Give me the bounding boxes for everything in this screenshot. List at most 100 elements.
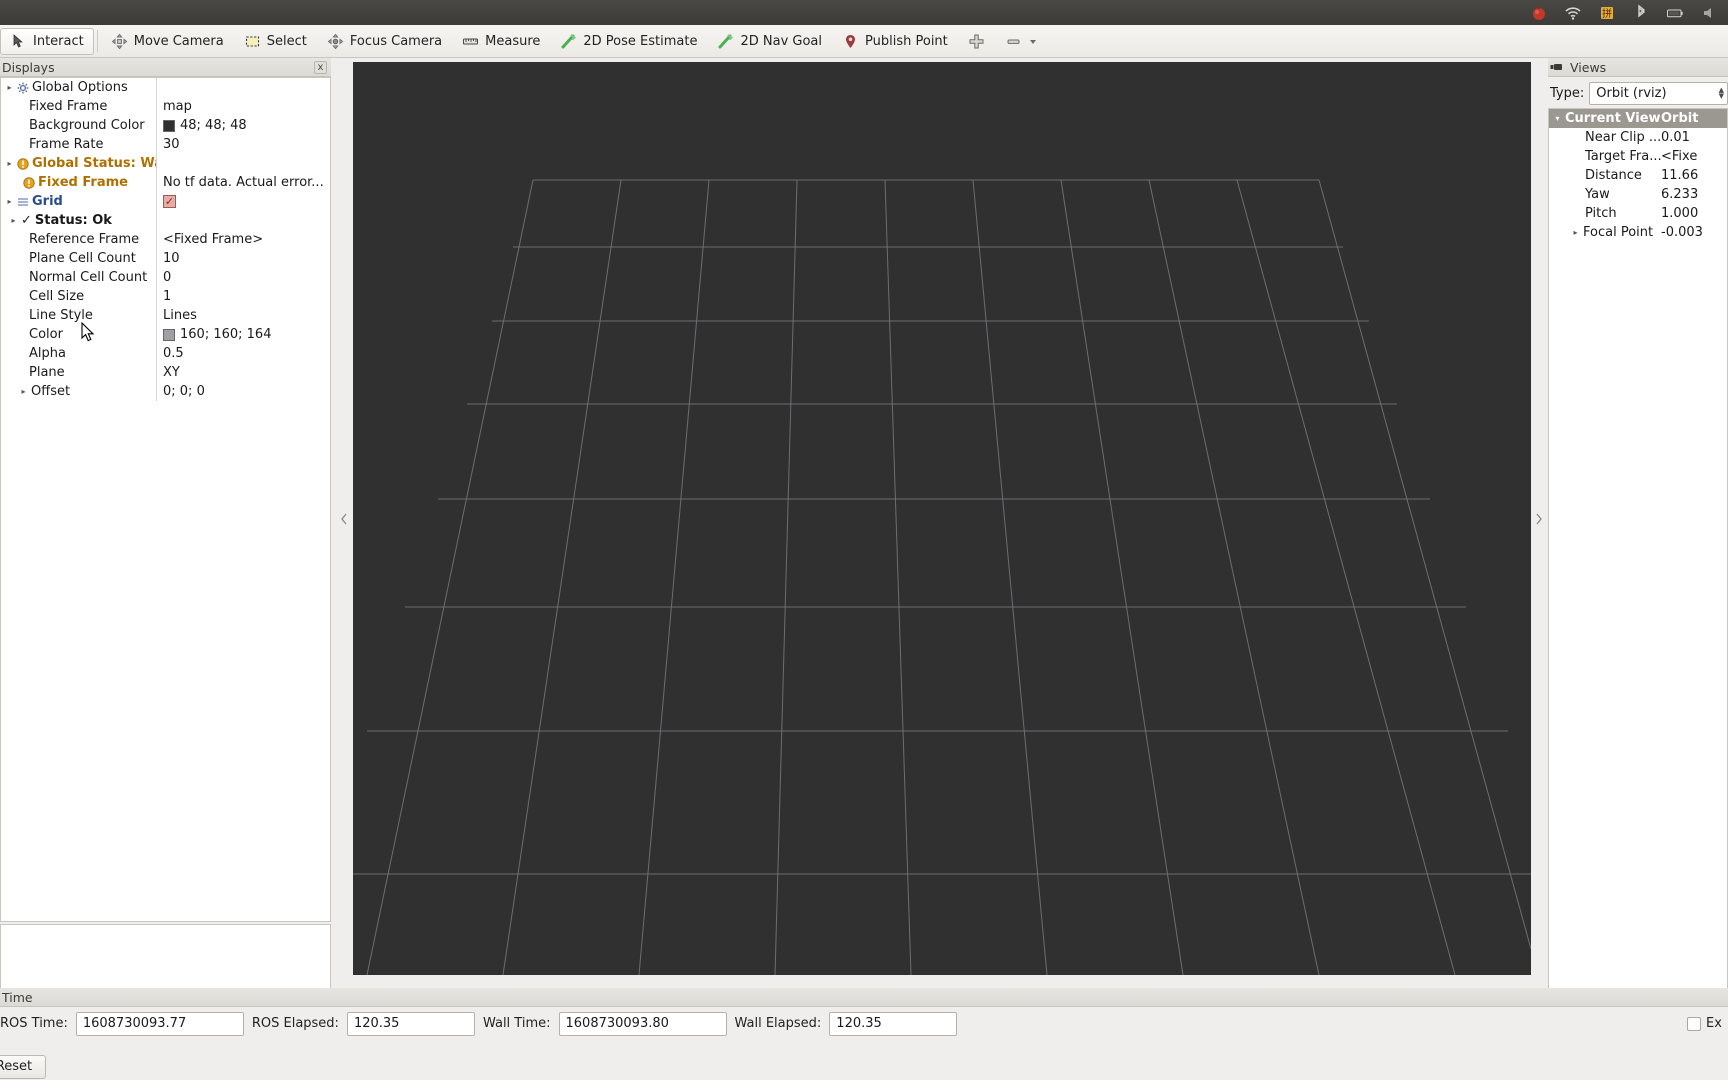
property-row-normal-cell-count[interactable]: Normal Cell Count 0 [1,268,330,287]
tool-2d-pose-estimate-label: 2D Pose Estimate [583,33,698,49]
ros-time-field[interactable]: 1608730093.77 [75,1011,244,1036]
property-value[interactable]: 1 [163,289,171,304]
property-value[interactable]: map [163,99,192,114]
experimental-label: Experimental [1706,1016,1722,1031]
wifi-icon[interactable] [1564,4,1582,22]
3d-render-viewport[interactable] [353,62,1531,975]
volume-icon[interactable] [1700,4,1718,22]
property-value[interactable]: -0.003 [1661,225,1727,240]
reset-button[interactable]: Reset [0,1054,46,1079]
views-row-yaw[interactable]: Yaw 6.233 [1549,185,1727,204]
rviz-toolbar: Interact Move Camera Select Focus Camera… [0,25,1728,58]
property-name: Plane [29,365,65,380]
views-row-focal-point[interactable]: ▸ Focal Point -0.003 [1549,223,1727,242]
property-value[interactable]: 6.233 [1661,187,1727,202]
tool-2d-pose-estimate[interactable]: 2D Pose Estimate [550,28,707,55]
tool-publish-point[interactable]: Publish Point [832,28,958,55]
views-row-pitch[interactable]: Pitch 1.000 [1549,204,1727,223]
property-value[interactable]: <Fixed Frame> [163,232,263,247]
expand-arrow-icon[interactable]: ▸ [5,197,14,206]
recording-icon[interactable] [1530,4,1548,22]
property-row-offset[interactable]: ▸ Offset 0; 0; 0 [1,382,330,401]
property-name: Reference Frame [29,232,140,247]
property-value[interactable]: Lines [163,308,197,323]
expand-arrow-icon[interactable]: ▸ [5,83,14,92]
views-row-near-clip[interactable]: Near Clip ... 0.01 [1549,128,1727,147]
chevron-down-icon[interactable] [1028,33,1038,50]
property-row-global-options[interactable]: ▸ Global Options [1,78,330,97]
color-swatch[interactable] [163,328,175,341]
tool-move-camera[interactable]: Move Camera [101,28,234,55]
close-icon[interactable]: x [314,60,327,74]
experimental-checkbox[interactable] [1687,1016,1701,1031]
displays-property-tree[interactable]: ▸ Global Options Fixed Frame map Backgro… [0,77,331,922]
views-row-target-frame[interactable]: Target Fra... <Fixe [1549,147,1727,166]
property-row-fixed-frame-warning[interactable]: Fixed Frame No tf data. Actual error... [1,173,330,192]
right-splitter-handle[interactable] [1534,62,1543,975]
color-swatch[interactable] [163,119,175,132]
property-value[interactable]: <Fixe [1661,149,1727,164]
property-row-grid[interactable]: ▸ Grid ✓ [1,192,330,211]
system-tray-bar: 拼 [0,0,1728,25]
property-value[interactable]: 30 [163,137,180,152]
property-value[interactable]: XY [163,365,180,380]
property-row-frame-rate[interactable]: Frame Rate 30 [1,135,330,154]
property-row-line-style[interactable]: Line Style Lines [1,306,330,325]
left-splitter-handle[interactable] [340,62,349,975]
property-value[interactable]: 0; 0; 0 [163,384,205,399]
property-name: Distance [1585,168,1642,183]
property-name: Alpha [29,346,66,361]
property-name: Fixed Frame [38,175,128,190]
wall-elapsed-field[interactable]: 120.35 [829,1011,958,1036]
displays-panel-titlebar: Displays x [0,58,331,77]
expand-arrow-icon[interactable]: ▸ [9,216,18,225]
spinner-icon[interactable]: ▲ ▼ [1719,87,1724,100]
property-value[interactable]: 0 [163,270,171,285]
views-row-distance[interactable]: Distance 11.66 [1549,166,1727,185]
tool-select[interactable]: Select [234,28,317,55]
property-value[interactable]: 11.66 [1661,168,1727,183]
property-value[interactable]: 1.000 [1661,206,1727,221]
views-row-current-view[interactable]: ▾ Current View Orbit [1549,109,1727,128]
property-row-color[interactable]: Color 160; 160; 164 [1,325,330,344]
property-row-global-status[interactable]: ▸ Global Status: Warn [1,154,330,173]
expand-arrow-icon[interactable]: ▸ [1571,228,1580,237]
property-row-grid-status[interactable]: ▸ ✓ Status: Ok [1,211,330,230]
experimental-toggle[interactable]: Experimental [1687,1016,1722,1031]
input-method-icon[interactable]: 拼 [1598,4,1616,22]
tool-measure[interactable]: Measure [452,28,550,55]
tool-interact[interactable]: Interact [0,27,94,55]
property-value[interactable]: 0.5 [163,346,184,361]
views-property-tree[interactable]: ▾ Current View Orbit Near Clip ... 0.01 … [1548,108,1728,1003]
property-row-background-color[interactable]: Background Color 48; 48; 48 [1,116,330,135]
expand-arrow-icon[interactable]: ▸ [5,159,14,168]
tool-select-label: Select [266,33,307,49]
battery-icon[interactable] [1666,4,1684,22]
property-row-plane[interactable]: Plane XY [1,363,330,382]
ros-elapsed-field[interactable]: 120.35 [346,1011,475,1036]
property-row-plane-cell-count[interactable]: Plane Cell Count 10 [1,249,330,268]
views-header-name: Current View [1565,111,1661,126]
bluetooth-icon[interactable] [1632,4,1650,22]
property-row-cell-size[interactable]: Cell Size 1 [1,287,330,306]
displays-description-area [0,924,331,991]
property-value[interactable]: 0.01 [1661,130,1727,145]
add-tool-button[interactable] [958,28,995,55]
wall-time-field[interactable]: 1608730093.80 [558,1011,727,1036]
tool-focus-camera[interactable]: Focus Camera [317,28,452,55]
property-name: Offset [31,384,71,399]
nav-goal-icon [717,33,734,50]
expand-arrow-icon[interactable]: ▸ [19,387,28,396]
pose-estimate-icon [560,33,577,50]
expand-arrow-icon[interactable]: ▾ [1553,114,1562,123]
views-panel-titlebar: Views [1548,58,1728,77]
view-type-select[interactable]: Orbit (rviz) ▲ ▼ [1589,81,1728,105]
remove-tool-button[interactable] [995,28,1048,55]
property-row-reference-frame[interactable]: Reference Frame <Fixed Frame> [1,230,330,249]
property-row-alpha[interactable]: Alpha 0.5 [1,344,330,363]
grid-enabled-checkbox[interactable]: ✓ [163,195,176,208]
property-value[interactable]: 10 [163,251,180,266]
tool-2d-nav-goal[interactable]: 2D Nav Goal [707,28,832,55]
time-panel-titlebar: Time [0,988,1728,1007]
property-row-fixed-frame[interactable]: Fixed Frame map [1,97,330,116]
